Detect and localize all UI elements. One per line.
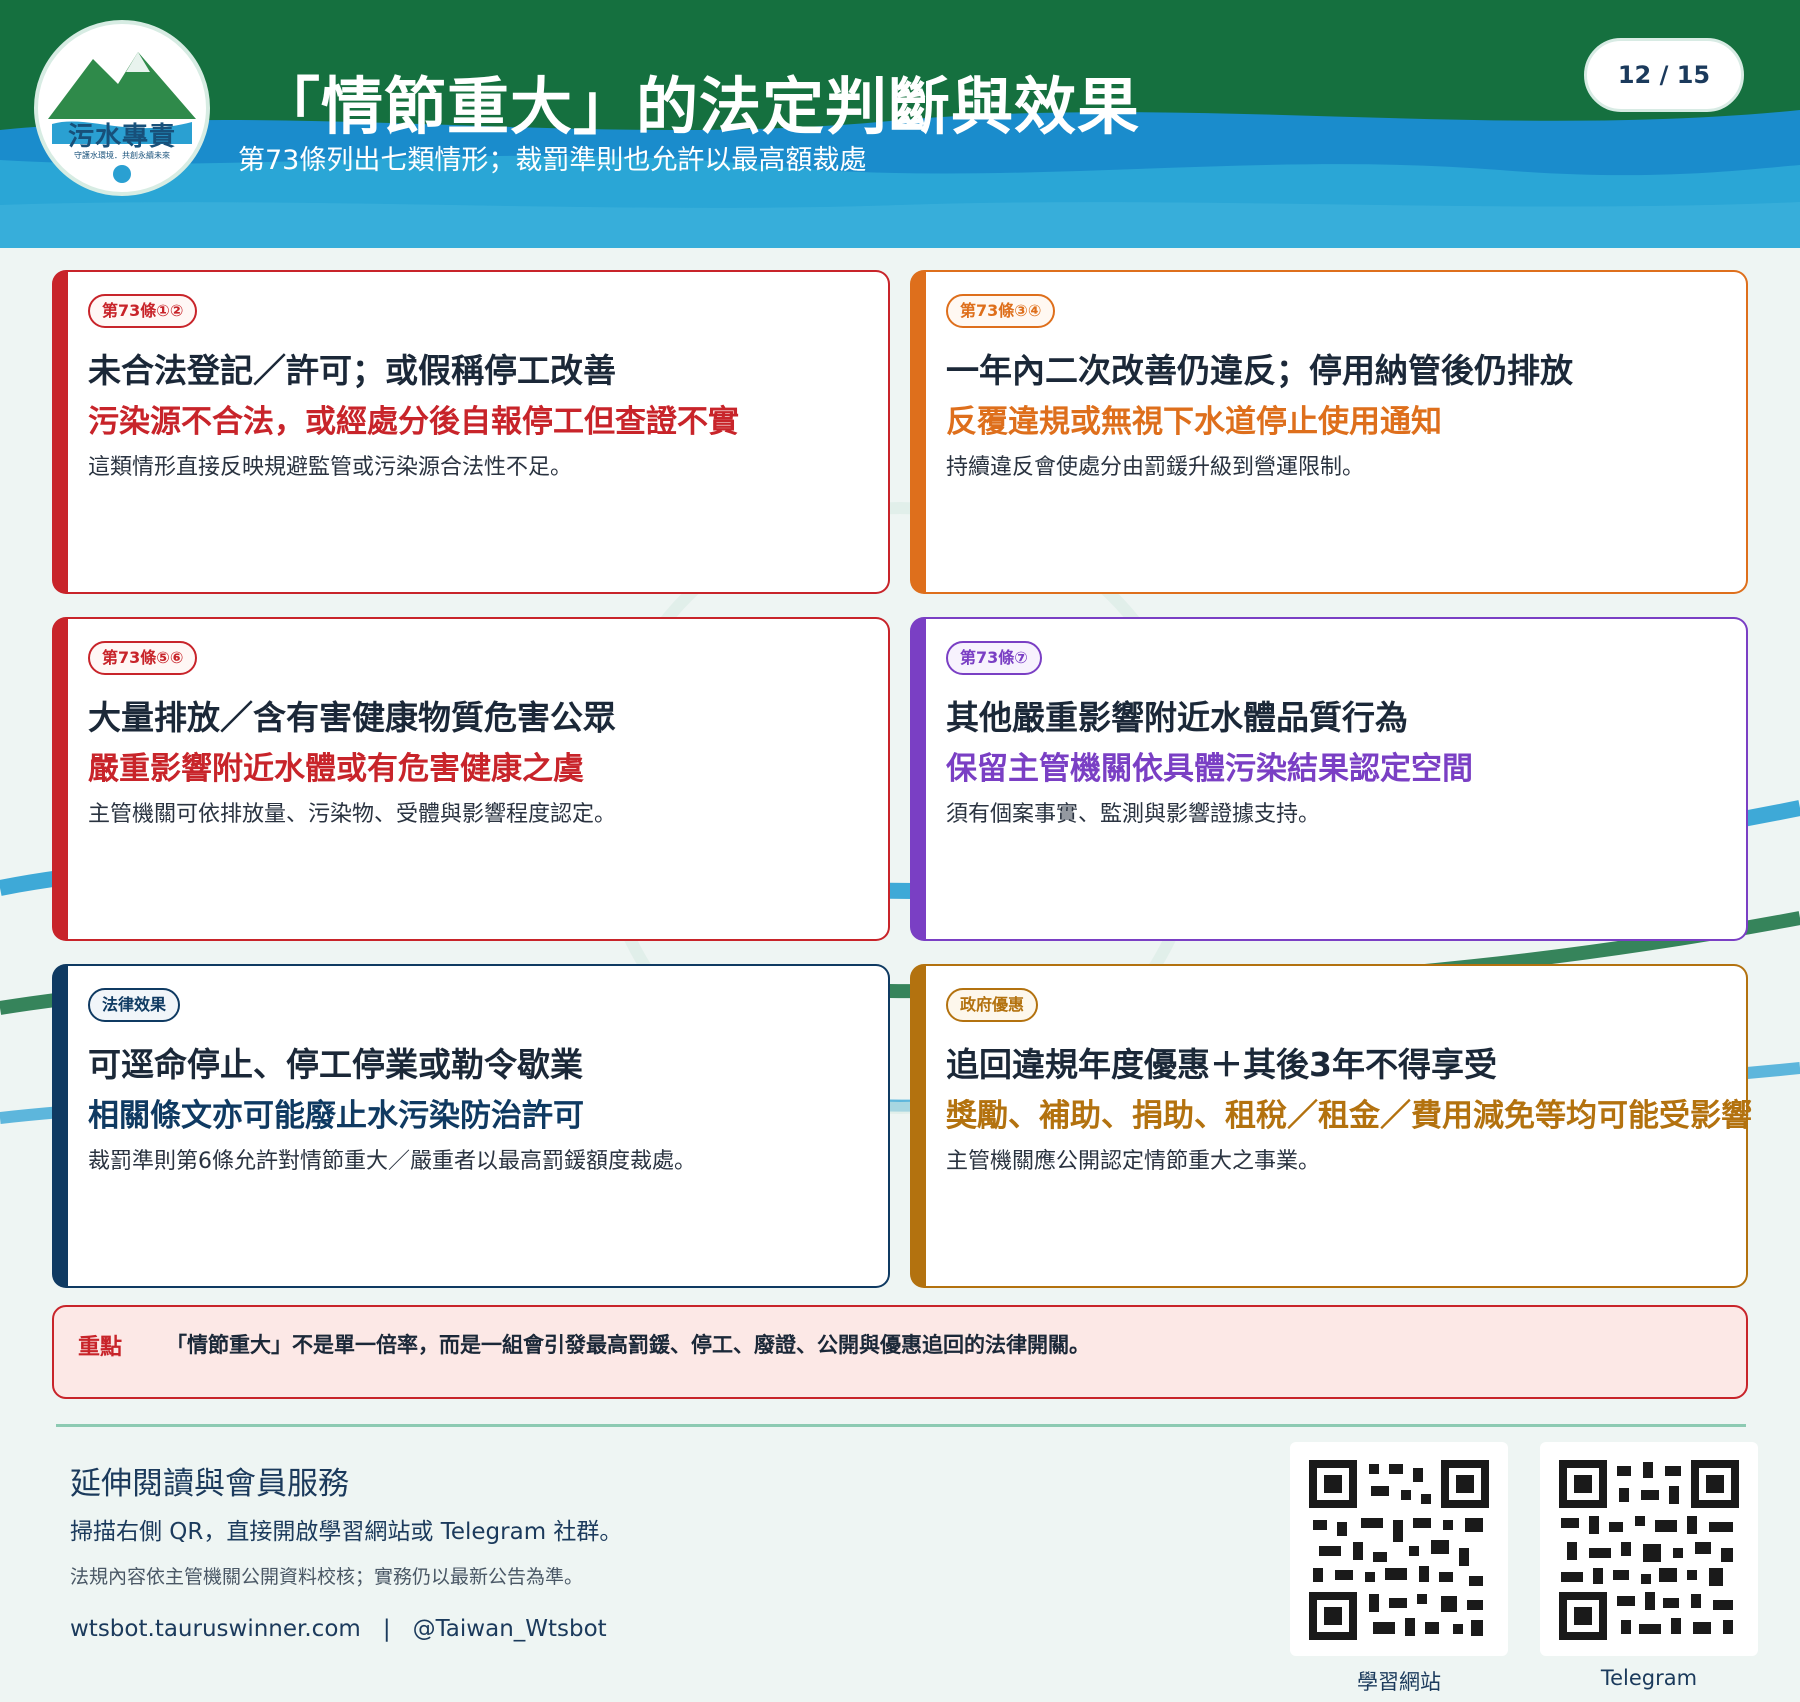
logo-subtitle: 守護水環境．共創永續未來 bbox=[74, 151, 170, 160]
card-description: 這類情形直接反映規避監管或污染源合法性不足。 bbox=[88, 455, 573, 480]
card-highlight: 反覆違規或無視下水道停止使用通知 bbox=[946, 404, 1442, 440]
logo-text: 污水專責 bbox=[67, 122, 176, 152]
card-description: 須有個案事實、監測與影響證據支持。 bbox=[946, 802, 1321, 827]
card-highlight: 嚴重影響附近水體或有危害健康之虞 bbox=[88, 751, 584, 787]
card-tag: 第73條①② bbox=[88, 294, 198, 328]
footer-disclaimer: 法規內容依主管機關公開資料校核；實務仍以最新公告為準。 bbox=[70, 1566, 584, 1588]
footer-title: 延伸閱讀與會員服務 bbox=[70, 1466, 349, 1502]
footer-links: wtsbot.tauruswinner.com | @Taiwan_Wtsbot bbox=[70, 1616, 607, 1642]
note-label: 重點 bbox=[78, 1335, 123, 1360]
card-heading: 追回違規年度優惠＋其後3年不得享受 bbox=[946, 1045, 1497, 1084]
footer-description: 掃描右側 QR，直接開啟學習網站或 Telegram 社群。 bbox=[70, 1519, 623, 1545]
footer-divider bbox=[56, 1424, 1746, 1427]
telegram-link[interactable]: @Taiwan_Wtsbot bbox=[413, 1616, 607, 1642]
card-highlight: 保留主管機關依具體污染結果認定空間 bbox=[946, 751, 1473, 787]
card-heading: 可逕命停止、停工停業或勒令歇業 bbox=[88, 1045, 583, 1084]
card-tag: 第73條③④ bbox=[946, 294, 1056, 328]
mountain-icon bbox=[48, 52, 196, 183]
card-tag: 第73條⑦ bbox=[946, 641, 1042, 675]
card-heading: 其他嚴重影響附近水體品質行為 bbox=[946, 698, 1408, 737]
card-heading: 一年內二次改善仍違反；停用納管後仍排放 bbox=[946, 351, 1573, 390]
qr-code-icon bbox=[1309, 1460, 1489, 1640]
logo: 污水專責 守護水環境．共創永續未來 bbox=[34, 20, 210, 196]
card-heading: 未合法登記／許可；或假稱停工改善 bbox=[88, 351, 616, 390]
card-illegal-registration: 第73條①② 未合法登記／許可；或假稱停工改善 污染源不合法，或經處分後自報停工… bbox=[52, 270, 890, 594]
card-tag: 法律效果 bbox=[88, 988, 181, 1022]
card-tag: 第73條⑤⑥ bbox=[88, 641, 198, 675]
key-point-note: 重點 「情節重大」不是單一倍率，而是一組會引發最高罰鍰、停工、廢證、公開與優惠追… bbox=[52, 1305, 1748, 1399]
link-separator: | bbox=[382, 1616, 391, 1642]
telegram-qr-code[interactable] bbox=[1540, 1442, 1758, 1656]
card-highlight: 獎勵、補助、捐助、租稅／租金／費用減免等均可能受影響 bbox=[946, 1098, 1752, 1134]
website-qr-code[interactable] bbox=[1290, 1442, 1508, 1656]
note-text: 「情節重大」不是單一倍率，而是一組會引發最高罰鍰、停工、廢證、公開與優惠追回的法… bbox=[166, 1333, 1090, 1357]
telegram-qr-label: Telegram bbox=[1600, 1666, 1698, 1690]
website-qr-label: 學習網站 bbox=[1357, 1670, 1441, 1694]
page-title: 「情節重大」的法定判斷與效果 bbox=[258, 70, 1141, 143]
card-description: 持續違反會使處分由罰鍰升級到營運限制。 bbox=[946, 455, 1365, 480]
card-mass-discharge: 第73條⑤⑥ 大量排放／含有害健康物質危害公眾 嚴重影響附近水體或有危害健康之虞… bbox=[52, 617, 890, 941]
card-description: 主管機關可依排放量、污染物、受體與影響程度認定。 bbox=[88, 802, 617, 827]
page-subtitle: 第73條列出七類情形；裁罰準則也允許以最高額裁處 bbox=[238, 145, 867, 176]
card-heading: 大量排放／含有害健康物質危害公眾 bbox=[88, 698, 616, 737]
header-banner: 污水專責 守護水環境．共創永續未來 「情節重大」的法定判斷與效果 第73條列出七… bbox=[0, 0, 1800, 248]
card-government-benefits: 政府優惠 追回違規年度優惠＋其後3年不得享受 獎勵、補助、捐助、租稅／租金／費用… bbox=[910, 964, 1752, 1288]
qr-code-icon bbox=[1559, 1460, 1739, 1640]
card-description: 主管機關應公開認定情節重大之事業。 bbox=[946, 1149, 1321, 1174]
card-description: 裁罰準則第6條允許對情節重大／嚴重者以最高罰鍰額度裁處。 bbox=[88, 1149, 696, 1174]
card-legal-effect: 法律效果 可逕命停止、停工停業或勒令歇業 相關條文亦可能廢止水污染防治許可 裁罰… bbox=[52, 964, 890, 1288]
card-tag: 政府優惠 bbox=[946, 988, 1039, 1022]
card-other-serious: 第73條⑦ 其他嚴重影響附近水體品質行為 保留主管機關依具體污染結果認定空間 須… bbox=[910, 617, 1748, 941]
card-highlight: 相關條文亦可能廢止水污染防治許可 bbox=[88, 1098, 584, 1134]
card-repeated-violation: 第73條③④ 一年內二次改善仍違反；停用納管後仍排放 反覆違規或無視下水道停止使… bbox=[910, 270, 1748, 594]
card-highlight: 污染源不合法，或經處分後自報停工但查證不實 bbox=[88, 404, 739, 440]
page-number-badge: 12 / 15 bbox=[1584, 38, 1744, 112]
website-link[interactable]: wtsbot.tauruswinner.com bbox=[70, 1616, 361, 1642]
